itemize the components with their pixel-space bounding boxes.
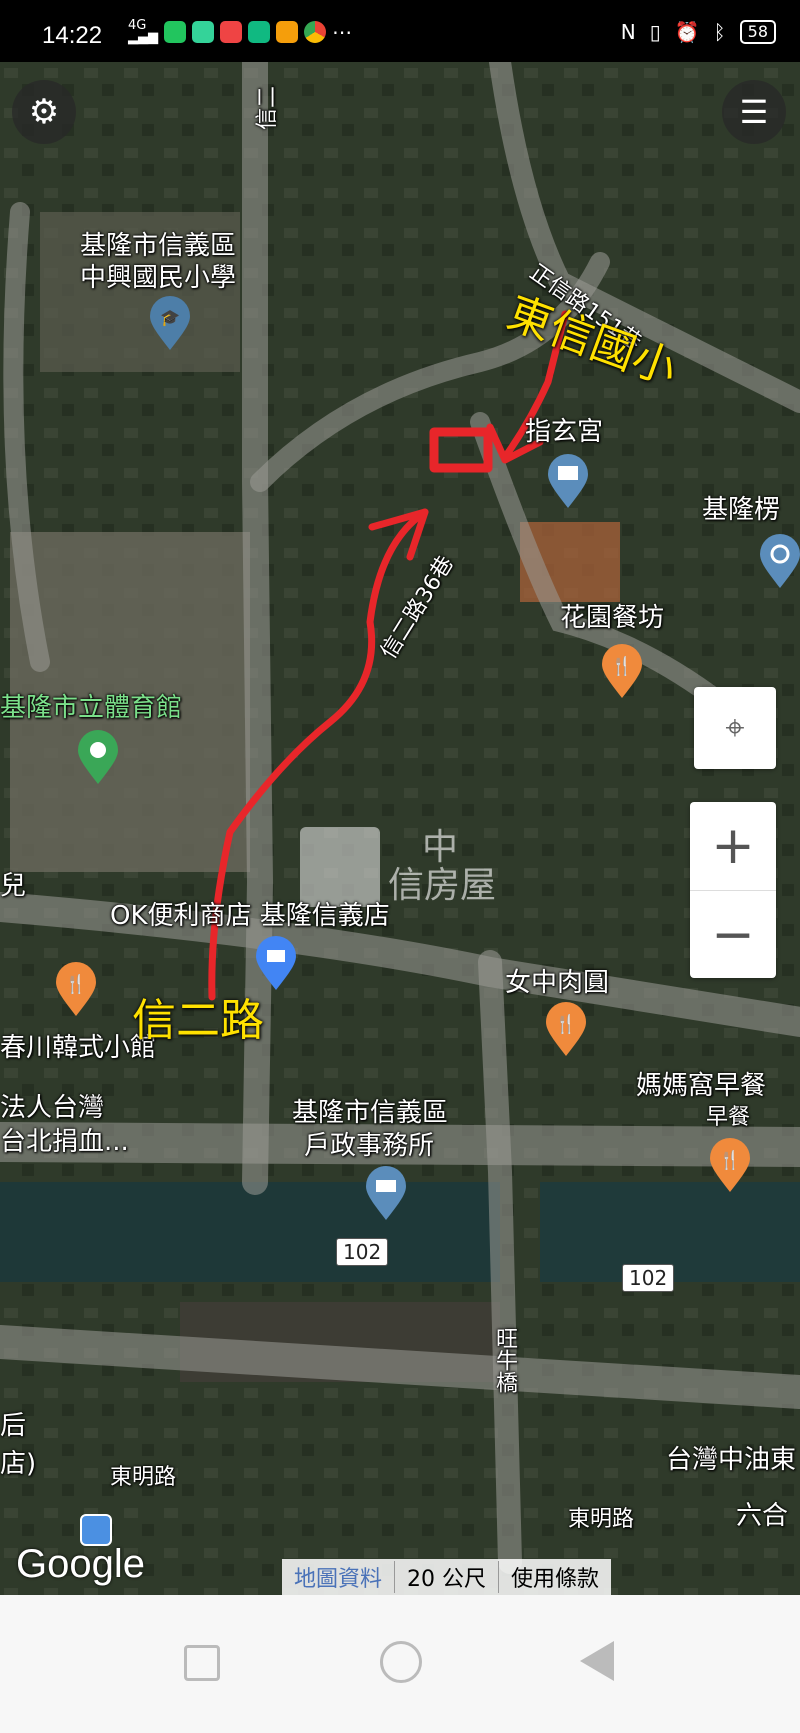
satellite-map[interactable]: 中 信房屋 信二 正信路151巷 信二路36巷 東明路 東明路 旺牛橋 基隆市信… — [0, 62, 800, 1595]
navigation-bar — [0, 1595, 800, 1733]
svg-text:🍴: 🍴 — [719, 1149, 741, 1171]
terms-link[interactable]: 使用條款 — [498, 1561, 611, 1593]
poi-label-meatball: 女中肉圓 — [505, 968, 610, 998]
watermark-icon — [300, 827, 380, 907]
poi-label-breakfast-sub: 早餐 — [706, 1105, 751, 1130]
home-button[interactable] — [380, 1641, 422, 1683]
notification-icons: 4G ▂▄▆ ⋯ — [128, 18, 352, 45]
government-pin-icon[interactable] — [364, 1166, 408, 1222]
battery-icon: 58 — [739, 20, 776, 44]
app-icon — [220, 21, 242, 43]
poi-label-keelung-cut: 基隆楞 — [702, 495, 781, 525]
street-label-xiner-top: 信二 — [255, 85, 281, 131]
street-label-dongming-1: 東明路 — [110, 1465, 177, 1490]
poi-label-store-cut2: 后 — [0, 1411, 27, 1441]
svg-text:🍴: 🍴 — [555, 1013, 577, 1035]
restaurant-pin-icon[interactable]: 🍴 — [54, 962, 98, 1018]
zoom-out-button[interactable]: − — [690, 891, 776, 979]
wheel-pin-icon[interactable] — [758, 534, 800, 590]
status-bar: 14:22 4G ▂▄▆ ⋯ N ▯ ⏰ ᛒ 58 — [0, 0, 800, 62]
street-label-wangniu: 旺牛橋 — [492, 1327, 517, 1393]
svg-text:🍴: 🍴 — [65, 973, 87, 995]
temple-pin-icon[interactable] — [546, 454, 590, 510]
settings-button[interactable]: ⚙ — [12, 80, 76, 144]
watermark-logo: 中 信房屋 — [300, 827, 496, 907]
route-badge-102: 102 — [336, 1238, 389, 1266]
recents-button[interactable] — [184, 1645, 220, 1681]
591-icon — [276, 21, 298, 43]
poi-label-kids-cut: 兒 — [0, 871, 27, 901]
signal-icon: 4G ▂▄▆ — [128, 18, 158, 45]
poi-label-store-cut: 店) — [0, 1449, 37, 1479]
poi-label-household-1: 基隆市信義區 — [292, 1098, 449, 1128]
poi-label-ok-store: OK便利商店 基隆信義店 — [110, 901, 390, 931]
poi-label-household-2: 戶政事務所 — [304, 1131, 435, 1161]
google-logo: Google — [16, 1542, 145, 1586]
poi-label-breakfast: 媽媽窩早餐 — [636, 1071, 767, 1101]
line-icon — [164, 21, 186, 43]
back-button[interactable] — [580, 1641, 614, 1681]
poi-label-garden: 花園餐坊 — [560, 603, 665, 633]
poi-label-liuhe: 六合 — [736, 1501, 789, 1531]
vibrate-icon: ▯ — [649, 20, 661, 44]
gear-icon: ⚙ — [28, 92, 60, 132]
poi-label-stadium: 基隆市立體育館 — [0, 693, 183, 723]
bluetooth-icon: ᛒ — [713, 20, 726, 44]
poi-label-blood-2: 台北捐血... — [0, 1127, 129, 1157]
clock: 14:22 — [42, 22, 103, 49]
minus-icon: − — [711, 905, 755, 965]
restaurant-pin-icon[interactable]: 🍴 — [600, 644, 644, 700]
poi-label-cpc: 台灣中油東 — [666, 1445, 797, 1475]
watermark-text-bottom: 信房屋 — [388, 865, 497, 906]
stadium-pin-icon[interactable] — [76, 730, 120, 786]
zoom-controls: + − — [690, 802, 776, 978]
poi-label-blood-1: 法人台灣 — [0, 1093, 105, 1123]
chrome-icon — [304, 21, 326, 43]
poi-label-school-1: 基隆市信義區 — [80, 231, 237, 261]
poi-label-school-2: 中興國民小學 — [80, 263, 237, 293]
svg-text:🍴: 🍴 — [611, 655, 633, 677]
svg-text:🎓: 🎓 — [160, 308, 180, 327]
street-label-dongming-2: 東明路 — [568, 1507, 635, 1532]
poi-label-zhixuan: 指玄宮 — [525, 417, 604, 447]
restaurant-pin-icon[interactable]: 🍴 — [708, 1138, 752, 1194]
menu-button[interactable]: ☰ — [722, 80, 786, 144]
map-data-link[interactable]: 地圖資料 — [282, 1561, 394, 1593]
my-location-button[interactable]: ⌖ — [694, 687, 776, 769]
annotation-road: 信二路 — [132, 995, 264, 1046]
alarm-icon: ⏰ — [674, 20, 700, 44]
chat-icon — [248, 21, 270, 43]
app-icon — [192, 21, 214, 43]
more-icon: ⋯ — [332, 20, 352, 44]
hamburger-icon: ☰ — [739, 93, 769, 131]
route-badge-102: 102 — [622, 1264, 675, 1292]
map-footer: 地圖資料 20 公尺 使用條款 — [282, 1559, 612, 1595]
watermark-text-top: 中 — [422, 827, 459, 868]
network-type: 4G — [128, 18, 147, 33]
restaurant-pin-icon[interactable]: 🍴 — [544, 1002, 588, 1058]
zoom-in-button[interactable]: + — [690, 802, 776, 891]
scale-bar: 20 公尺 — [394, 1561, 498, 1593]
school-pin-icon[interactable]: 🎓 — [148, 296, 192, 352]
nfc-icon: N — [620, 20, 636, 44]
crosshair-icon: ⌖ — [725, 708, 745, 748]
system-icons: N ▯ ⏰ ᛒ 58 — [621, 20, 776, 44]
plus-icon: + — [711, 816, 755, 876]
